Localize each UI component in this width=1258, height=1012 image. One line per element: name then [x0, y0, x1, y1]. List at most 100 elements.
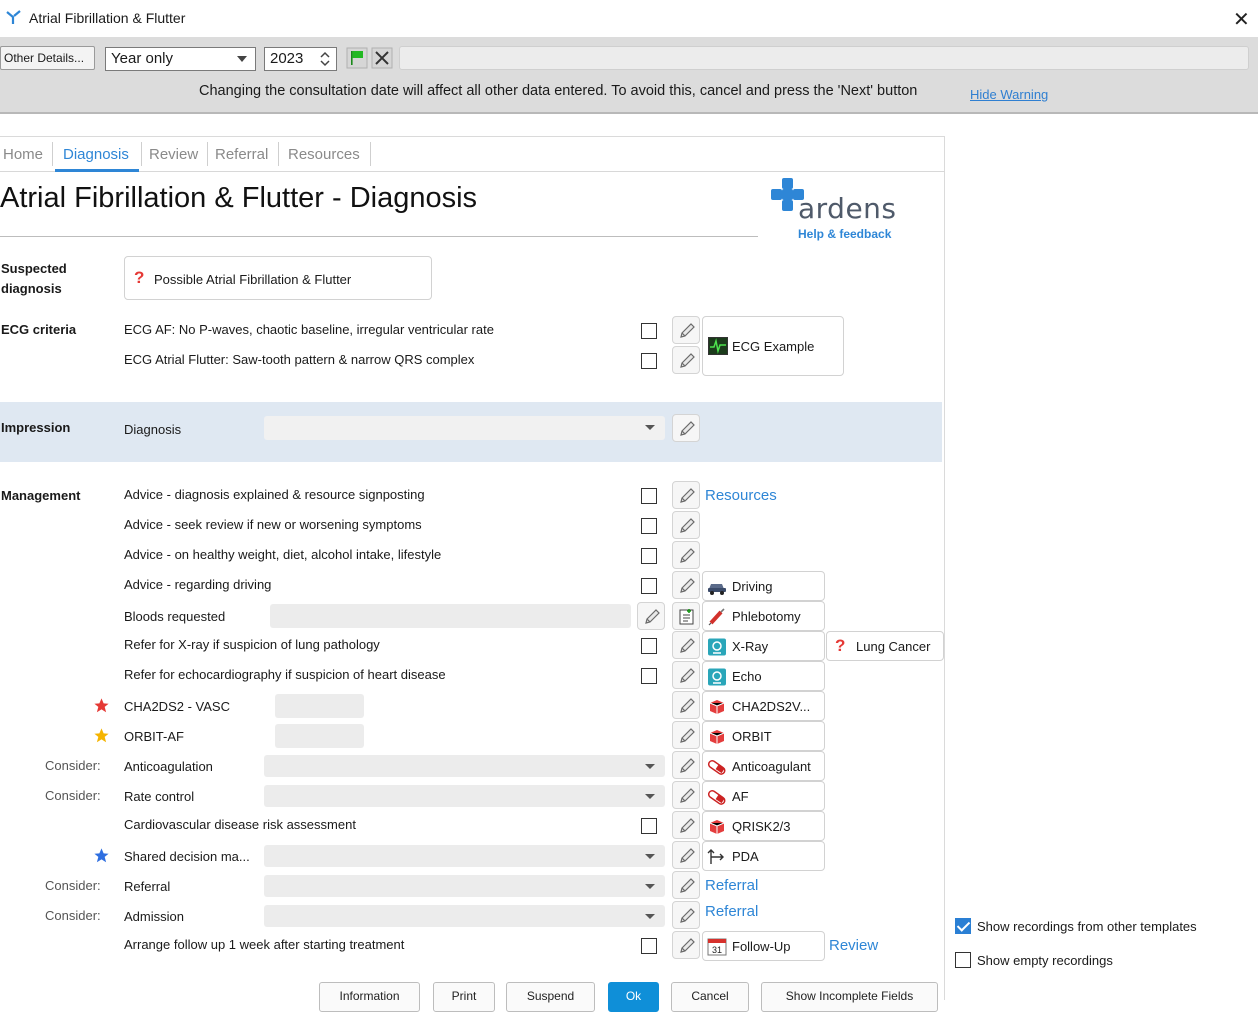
- orbit-af-label: ORBIT-AF: [124, 729, 184, 744]
- other-details-button[interactable]: Other Details...: [0, 46, 95, 70]
- cha2ds2-score-field[interactable]: [275, 694, 364, 718]
- af-button[interactable]: AF: [702, 781, 825, 811]
- followup-pencil-icon[interactable]: [672, 931, 700, 959]
- qrisk-button[interactable]: QRISK2/3: [702, 811, 825, 841]
- advice-driving-checkbox[interactable]: [641, 578, 657, 594]
- cha2ds2-calculator-button[interactable]: CHA2DS2V...: [702, 691, 825, 721]
- pda-button[interactable]: PDA: [702, 841, 825, 871]
- show-other-recordings-checkbox[interactable]: [955, 918, 971, 934]
- referral-pencil-icon[interactable]: [672, 871, 700, 899]
- ecg-af-checkbox[interactable]: [641, 323, 657, 339]
- date-change-warning: Changing the consultation date will affe…: [199, 83, 918, 99]
- chevron-down-icon: [645, 914, 655, 919]
- show-incomplete-fields-button[interactable]: Show Incomplete Fields: [761, 982, 938, 1012]
- orbit-score-field[interactable]: [275, 724, 364, 748]
- anticoagulation-dropdown[interactable]: [264, 755, 665, 777]
- cancel-button[interactable]: Cancel: [671, 982, 749, 1012]
- advice-driving-label: Advice - regarding driving: [124, 577, 272, 592]
- xray-pencil-icon[interactable]: [672, 631, 700, 659]
- advice-review-checkbox[interactable]: [641, 518, 657, 534]
- orbit-pencil-icon[interactable]: [672, 721, 700, 749]
- rate-control-pencil-icon[interactable]: [672, 781, 700, 809]
- advice-diagnosis-pencil-icon[interactable]: [672, 481, 700, 509]
- followup-checkbox[interactable]: [641, 938, 657, 954]
- ecg-flutter-pencil-icon[interactable]: [672, 346, 700, 374]
- echo-pencil-icon[interactable]: [672, 661, 700, 689]
- bloods-field[interactable]: [270, 604, 631, 628]
- advice-diagnosis-label: Advice - diagnosis explained & resource …: [124, 487, 425, 502]
- diagnosis-pencil-icon[interactable]: [672, 414, 700, 442]
- show-other-recordings-label: Show recordings from other templates: [977, 919, 1197, 934]
- referral-link-1[interactable]: Referral: [705, 877, 758, 894]
- cvd-risk-label: Cardiovascular disease risk assessment: [124, 817, 356, 832]
- tab-diagnosis[interactable]: Diagnosis: [63, 146, 129, 163]
- tab-divider: [52, 142, 53, 166]
- ecg-af-pencil-icon[interactable]: [672, 316, 700, 344]
- xray-checkbox[interactable]: [641, 638, 657, 654]
- tab-home[interactable]: Home: [3, 146, 43, 163]
- admission-dropdown[interactable]: [264, 905, 665, 927]
- xray-button[interactable]: X-Ray: [702, 631, 825, 661]
- pencil-icon: [680, 758, 695, 773]
- print-button[interactable]: Print: [433, 982, 495, 1012]
- shared-decision-dropdown[interactable]: [264, 845, 665, 867]
- echo-button[interactable]: Echo: [702, 661, 825, 691]
- advice-driving-pencil-icon[interactable]: [672, 571, 700, 599]
- driving-button[interactable]: Driving: [702, 571, 825, 601]
- shared-decision-pencil-icon[interactable]: [672, 841, 700, 869]
- advice-diagnosis-checkbox[interactable]: [641, 488, 657, 504]
- information-button[interactable]: Information: [319, 982, 420, 1012]
- advice-lifestyle-label: Advice - on healthy weight, diet, alcoho…: [124, 547, 442, 562]
- tab-divider: [370, 142, 371, 166]
- phlebotomy-button[interactable]: Phlebotomy: [702, 601, 825, 631]
- tab-review[interactable]: Review: [149, 146, 198, 163]
- referral-link-2[interactable]: Referral: [705, 903, 758, 920]
- help-feedback-link[interactable]: Help & feedback: [798, 227, 891, 241]
- spinner-arrows-icon[interactable]: [320, 51, 330, 67]
- cvd-risk-pencil-icon[interactable]: [672, 811, 700, 839]
- pencil-icon: [680, 788, 695, 803]
- impression-label: Impression: [1, 420, 71, 435]
- advice-lifestyle-pencil-icon[interactable]: [672, 541, 700, 569]
- bloods-pencil-icon[interactable]: [637, 602, 665, 630]
- tab-referral[interactable]: Referral: [215, 146, 268, 163]
- orbit-calculator-button[interactable]: ORBIT: [702, 721, 825, 751]
- clear-date-icon[interactable]: [371, 47, 393, 69]
- advice-review-pencil-icon[interactable]: [672, 511, 700, 539]
- referral-dropdown[interactable]: [264, 875, 665, 897]
- advice-lifestyle-checkbox[interactable]: [641, 548, 657, 564]
- pencil-icon: [680, 323, 695, 338]
- anticoag-pencil-icon[interactable]: [672, 751, 700, 779]
- lung-cancer-button[interactable]: ? Lung Cancer: [826, 631, 944, 661]
- admission-pencil-icon[interactable]: [672, 901, 700, 929]
- echo-checkbox[interactable]: [641, 668, 657, 684]
- tab-divider: [141, 142, 142, 166]
- suspend-button[interactable]: Suspend: [506, 982, 595, 1012]
- followup-button[interactable]: 31 Follow-Up: [702, 931, 825, 961]
- diagnosis-dropdown[interactable]: [264, 416, 665, 440]
- bloods-requested-label: Bloods requested: [124, 609, 226, 624]
- tab-resources[interactable]: Resources: [288, 146, 360, 163]
- hide-warning-link[interactable]: Hide Warning: [970, 87, 1048, 102]
- chevron-down-icon: [645, 425, 655, 430]
- ecg-example-button[interactable]: ECG Example: [702, 316, 844, 376]
- possible-af-button[interactable]: ? Possible Atrial Fibrillation & Flutter: [124, 256, 432, 300]
- rate-control-dropdown[interactable]: [264, 785, 665, 807]
- followup-label: Arrange follow up 1 week after starting …: [124, 937, 405, 952]
- flag-icon[interactable]: [346, 47, 368, 69]
- calendar-icon: 31: [707, 938, 727, 956]
- review-link[interactable]: Review: [829, 937, 878, 954]
- year-spinner[interactable]: 2023: [264, 47, 337, 71]
- date-display-field[interactable]: [399, 46, 1249, 70]
- ecg-flutter-checkbox[interactable]: [641, 353, 657, 369]
- bloods-form-icon[interactable]: [672, 602, 700, 630]
- pencil-icon: [645, 609, 660, 624]
- resources-link[interactable]: Resources: [705, 487, 777, 504]
- ok-button[interactable]: Ok: [608, 982, 659, 1012]
- cvd-risk-checkbox[interactable]: [641, 818, 657, 834]
- show-empty-recordings-checkbox[interactable]: [955, 952, 971, 968]
- anticoagulant-button[interactable]: Anticoagulant: [702, 751, 825, 781]
- cha2ds2-pencil-icon[interactable]: [672, 691, 700, 719]
- date-mode-select[interactable]: Year only: [105, 47, 256, 71]
- close-icon[interactable]: ✕: [1233, 7, 1250, 32]
